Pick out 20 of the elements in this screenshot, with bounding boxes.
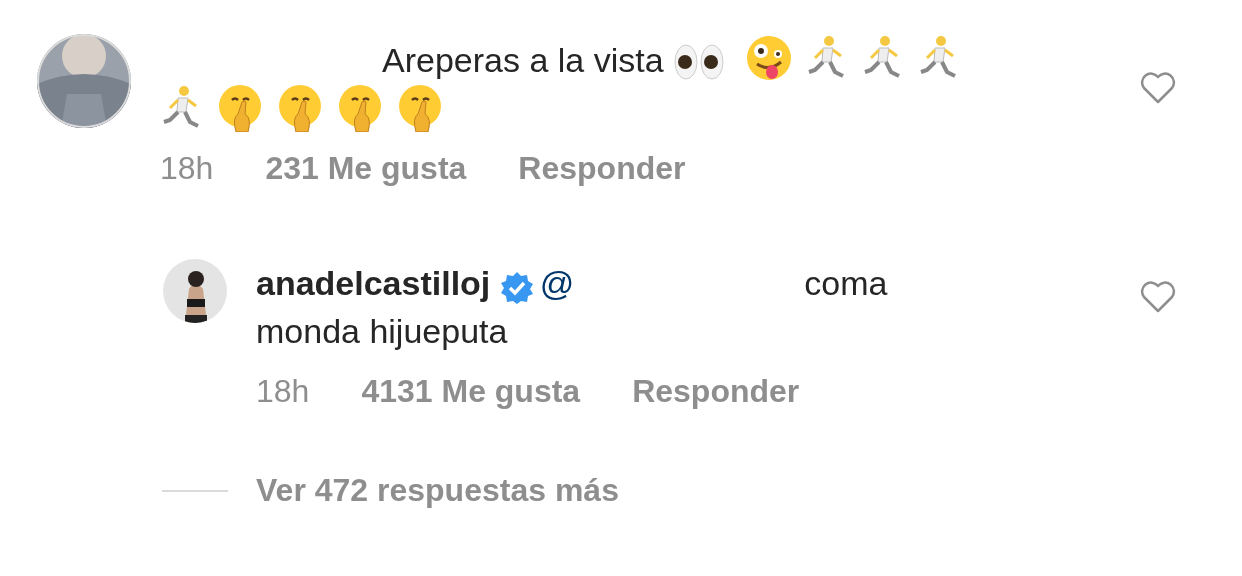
shushing-face-emoji-icon — [216, 84, 264, 132]
likes-count-link[interactable]: 231 Me gusta — [265, 150, 467, 187]
reply-link[interactable]: Responder — [518, 150, 686, 187]
reply-text: monda hijueputa — [256, 312, 508, 350]
reply-text: coma — [804, 264, 888, 302]
shushing-face-emoji-icon — [336, 84, 384, 132]
reply-link[interactable]: Responder — [632, 373, 800, 410]
like-heart-icon[interactable] — [1140, 72, 1176, 104]
view-more-replies-link[interactable]: Ver 472 respuestas más — [256, 472, 619, 509]
eyes-emoji-icon — [673, 42, 726, 82]
likes-count-link[interactable]: 4131 Me gusta — [361, 373, 581, 410]
shushing-face-emoji-icon — [276, 84, 324, 132]
reply-time: 18h — [256, 373, 310, 410]
like-heart-icon[interactable] — [1140, 281, 1176, 313]
username[interactable]: anadelcastilloj — [256, 264, 491, 302]
comment-time: 18h — [160, 150, 214, 187]
comment-text: Areperas a la vista — [160, 34, 1020, 134]
shushing-face-emoji-icon — [396, 84, 444, 132]
mention-link[interactable]: @ — [539, 264, 575, 302]
zany-face-emoji-icon — [745, 34, 794, 82]
